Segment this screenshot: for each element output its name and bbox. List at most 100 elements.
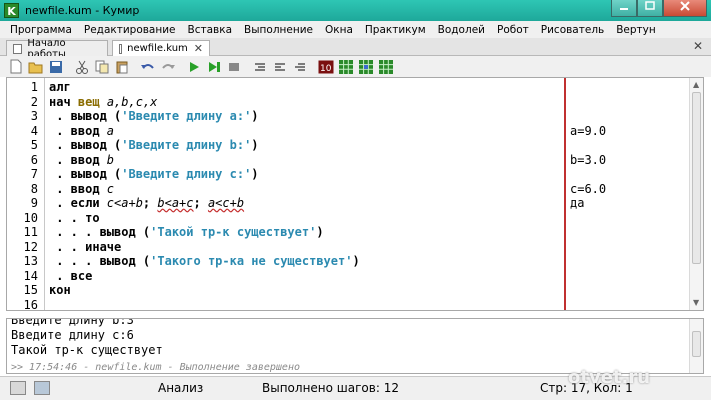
close-window-button[interactable]: [663, 0, 707, 17]
menu-practicum[interactable]: Практикум: [359, 24, 432, 36]
line-number: 11: [23, 225, 38, 239]
menu-edit[interactable]: Редактирование: [78, 24, 182, 36]
line-number: 3: [30, 109, 38, 123]
code-line[interactable]: . . . вывод ('Такой тр-к существует'): [49, 225, 323, 240]
window-title: newfile.kum - Кумир: [25, 4, 140, 17]
menu-vodoley[interactable]: Водолей: [432, 24, 491, 36]
margin-value: a=9.0: [570, 123, 607, 138]
line-number: 15: [23, 283, 38, 297]
tab-start[interactable]: Начало работы: [6, 38, 108, 60]
robot-field-button[interactable]: [338, 59, 354, 75]
kumir-app-icon: K: [4, 3, 19, 18]
robot-field-button-2[interactable]: [358, 59, 374, 75]
code-line[interactable]: алг: [49, 80, 71, 95]
output-console[interactable]: Введите длину b:3 Введите длину с:6 Тако…: [6, 318, 704, 374]
close-tab-icon[interactable]: ✕: [693, 39, 703, 53]
code-line[interactable]: . вывод ('Введите длину с:'): [49, 167, 258, 182]
console-toggle-icon[interactable]: [34, 381, 50, 395]
line-number: 4: [30, 123, 38, 138]
menu-insert[interactable]: Вставка: [182, 24, 239, 36]
margin-divider[interactable]: [564, 78, 566, 310]
console-scrollbar[interactable]: [689, 319, 703, 373]
code-line[interactable]: . вывод ('Введите длину b:'): [49, 138, 258, 153]
line-number: 10: [23, 210, 38, 225]
scroll-thumb[interactable]: [692, 331, 701, 357]
line-number: 2: [30, 94, 38, 109]
code-line[interactable]: . если c<a+b; b<a+c; a<c+b: [49, 196, 244, 211]
menu-robot[interactable]: Робот: [491, 24, 535, 36]
code-line[interactable]: . . то: [49, 211, 99, 226]
run-button[interactable]: [186, 59, 202, 75]
open-button[interactable]: [28, 59, 44, 75]
menu-vertun[interactable]: Вертун: [610, 24, 662, 36]
status-mode: Анализ: [158, 381, 204, 395]
code-line[interactable]: . . иначе: [49, 240, 121, 255]
step-into-icon: [275, 62, 285, 71]
menu-drawer[interactable]: Рисователь: [535, 24, 610, 36]
margin-value: b=3.0: [570, 152, 607, 167]
step-into-button[interactable]: [272, 59, 288, 75]
code-line[interactable]: кон: [49, 283, 71, 298]
code-line[interactable]: . ввод c: [49, 182, 114, 197]
paste-button[interactable]: [114, 59, 130, 75]
code-line[interactable]: нач вещ a,b,c,x: [49, 95, 157, 110]
line-number: 6: [30, 152, 38, 167]
margin-value: да: [570, 196, 585, 210]
scroll-up-icon[interactable]: ▲: [693, 80, 699, 89]
menu-windows[interactable]: Окна: [319, 24, 359, 36]
code-line[interactable]: . вывод ('Введите длину а:'): [49, 109, 258, 124]
play-icon: [190, 61, 199, 72]
stop-icon: [229, 62, 239, 71]
undo-icon: [141, 63, 154, 69]
save-icon: [50, 60, 62, 73]
copy-icon: [95, 60, 109, 73]
line-number: 5: [30, 138, 38, 152]
step-run-button[interactable]: [206, 59, 222, 75]
code-line[interactable]: . все: [49, 269, 92, 284]
tab-bar: Начало работы newfile.kum ✕ ✕: [0, 38, 711, 60]
tab-close-icon[interactable]: ✕: [194, 42, 203, 55]
watermark: otvet.ru: [568, 367, 651, 388]
svg-text:10: 10: [320, 64, 332, 74]
status-steps: Выполнено шагов: 12: [262, 381, 399, 395]
maximize-button[interactable]: [637, 0, 663, 17]
menu-run[interactable]: Выполнение: [238, 24, 319, 36]
step-over-button[interactable]: [252, 59, 268, 75]
console-line: Введите длину b:3: [11, 318, 134, 327]
scissors-icon: [76, 60, 88, 74]
redo-button[interactable]: [160, 59, 176, 75]
menu-program[interactable]: Программа: [4, 24, 78, 36]
document-icon: [13, 43, 23, 54]
grid-icon: [339, 59, 353, 74]
cut-button[interactable]: [74, 59, 90, 75]
editor-scrollbar[interactable]: ▲ ▼: [689, 78, 703, 310]
title-bar: K newfile.kum - Кумир: [0, 0, 711, 21]
line-number: 7: [30, 167, 38, 181]
line-number: 13: [23, 254, 38, 268]
minimize-button[interactable]: [611, 0, 637, 17]
save-button[interactable]: [48, 59, 64, 75]
scroll-down-icon[interactable]: ▼: [693, 298, 699, 307]
keyboard-icon[interactable]: [10, 381, 26, 395]
robot-field-button-3[interactable]: [378, 59, 394, 75]
stop-button[interactable]: [226, 59, 242, 75]
code-line[interactable]: . ввод b: [49, 153, 114, 168]
margin-value: c=6.0: [570, 181, 607, 196]
scroll-thumb[interactable]: [692, 92, 701, 264]
line-number: 1: [30, 80, 38, 94]
line-number-gutter: 1 2 3 4 5 6 7 8 9 10 11 12 13 14 15 16: [7, 78, 45, 312]
line-number: 16: [23, 297, 38, 312]
undo-button[interactable]: [140, 59, 156, 75]
code-line[interactable]: . ввод a: [49, 124, 114, 139]
copy-button[interactable]: [94, 59, 110, 75]
grid-icon-alt: [379, 59, 393, 74]
new-file-button[interactable]: [8, 59, 24, 75]
tab-newfile[interactable]: newfile.kum ✕: [112, 40, 210, 56]
code-editor[interactable]: 1 2 3 4 5 6 7 8 9 10 11 12 13 14 15 16 а…: [6, 77, 704, 312]
console-status-line: >> 17:54:46 - newfile.kum - Выполнение з…: [11, 362, 300, 373]
counter-button[interactable]: 10: [318, 59, 334, 75]
code-line[interactable]: . . . вывод ('Такого тр-ка не существует…: [49, 254, 359, 269]
open-folder-icon: [28, 62, 43, 73]
step-out-button[interactable]: [292, 59, 308, 75]
step-play-icon: [209, 61, 220, 72]
